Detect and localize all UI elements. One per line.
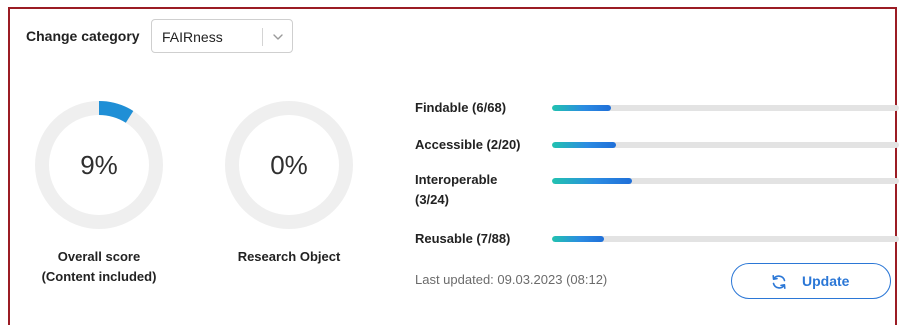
select-divider (262, 28, 263, 46)
category-select[interactable]: FAIRness (151, 19, 293, 53)
research-object-value: 0% (270, 150, 308, 180)
fairness-panel: Change category FAIRness 9% Overall scor… (8, 7, 899, 325)
findable-bar-fill (552, 105, 611, 111)
overall-score-caption-line2: (Content included) (41, 269, 157, 284)
interoperable-label: Interoperable (3/24) (415, 170, 540, 210)
overall-score-caption-line1: Overall score (57, 249, 141, 264)
update-button-label: Update (802, 273, 850, 289)
accessible-bar (552, 142, 899, 148)
accessible-bar-fill (552, 142, 617, 148)
accessible-label-text: Accessible (2/20) (415, 137, 521, 152)
interoperable-label-text-line1: Interoperable (415, 172, 498, 187)
update-button[interactable]: Update (731, 263, 891, 299)
refresh-icon (770, 273, 788, 291)
accessible-label: Accessible (2/20) (415, 135, 540, 155)
reusable-label-text: Reusable (7/88) (415, 231, 511, 246)
findable-label: Findable (6/68) (415, 98, 540, 118)
overall-score-gauge: 9% (32, 98, 166, 232)
research-object-gauge: 0% (222, 98, 356, 232)
interoperable-bar-fill (552, 178, 632, 184)
chevron-down-icon[interactable] (271, 30, 285, 44)
interoperable-label-text-line2: (3/24) (415, 192, 449, 207)
research-object-caption-line1: Research Object (237, 249, 341, 264)
reusable-bar (552, 236, 899, 242)
reusable-label: Reusable (7/88) (415, 229, 540, 249)
reusable-bar-fill (552, 236, 605, 242)
interoperable-bar (552, 178, 899, 184)
findable-label-text: Findable (6/68) (415, 100, 507, 115)
last-updated-text: Last updated: 09.03.2023 (08:12) (415, 272, 608, 287)
category-select-value: FAIRness (162, 29, 223, 45)
overall-score-value: 9% (80, 150, 118, 180)
research-object-caption: Research Object (214, 247, 364, 267)
findable-bar (552, 105, 899, 111)
overall-score-caption: Overall score (Content included) (24, 247, 174, 287)
change-category-label: Change category (26, 28, 140, 44)
